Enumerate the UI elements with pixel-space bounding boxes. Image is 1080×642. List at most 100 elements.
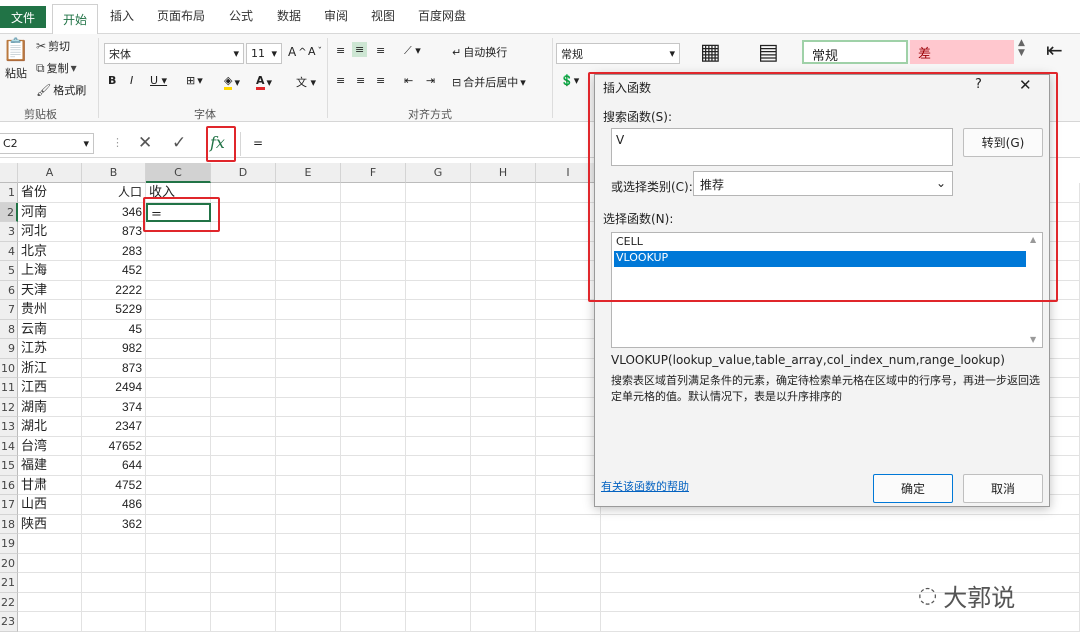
tab-home[interactable]: 开始 <box>52 4 98 34</box>
fill-color-button[interactable]: ◈ ▾ <box>224 74 240 90</box>
cell[interactable]: 5229 <box>82 300 146 320</box>
style-bad[interactable]: 差 <box>910 40 1014 64</box>
cell[interactable] <box>471 202 536 222</box>
paste-button[interactable]: 📋 粘贴 <box>2 38 30 81</box>
tab-data[interactable]: 数据 <box>277 7 301 24</box>
cell[interactable] <box>406 417 471 437</box>
phonetic-button[interactable]: 文 ▾ <box>296 74 316 90</box>
row-header[interactable]: 3 <box>0 222 18 242</box>
cell[interactable] <box>536 514 601 534</box>
cell[interactable] <box>211 514 276 534</box>
cell[interactable] <box>406 456 471 476</box>
cell[interactable] <box>276 397 341 417</box>
cell[interactable]: 362 <box>82 514 146 534</box>
cell[interactable] <box>276 475 341 495</box>
cell[interactable] <box>146 534 211 554</box>
cell[interactable] <box>341 222 406 242</box>
cell[interactable] <box>211 436 276 456</box>
cell[interactable] <box>536 300 601 320</box>
cell[interactable] <box>146 475 211 495</box>
cell[interactable] <box>146 319 211 339</box>
cell[interactable] <box>341 592 406 612</box>
row-header[interactable]: 12 <box>0 397 18 417</box>
cell[interactable] <box>211 183 276 203</box>
ok-button[interactable]: 确定 <box>873 474 953 503</box>
cell[interactable] <box>471 495 536 515</box>
cell[interactable] <box>18 612 82 632</box>
cell[interactable]: 47652 <box>82 436 146 456</box>
cell[interactable] <box>82 553 146 573</box>
column-header-h[interactable]: H <box>471 163 536 183</box>
cell[interactable]: 天津 <box>18 280 82 300</box>
cell[interactable] <box>471 378 536 398</box>
cell[interactable] <box>406 436 471 456</box>
cell[interactable] <box>406 475 471 495</box>
row-header[interactable]: 13 <box>0 417 18 437</box>
column-header-d[interactable]: D <box>211 163 276 183</box>
cell[interactable]: 4752 <box>82 475 146 495</box>
format-as-table-button[interactable]: ▤ <box>758 40 779 65</box>
cell[interactable] <box>341 436 406 456</box>
tab-review[interactable]: 审阅 <box>324 7 348 24</box>
cell[interactable] <box>471 417 536 437</box>
row-header[interactable]: 5 <box>0 261 18 281</box>
cell[interactable] <box>341 378 406 398</box>
row-header[interactable]: 15 <box>0 456 18 476</box>
function-help-link[interactable]: 有关该函数的帮助 <box>601 478 689 494</box>
bold-button[interactable]: B <box>108 74 116 87</box>
cell[interactable] <box>18 592 82 612</box>
cell[interactable] <box>276 222 341 242</box>
cell[interactable] <box>211 202 276 222</box>
cell[interactable] <box>146 280 211 300</box>
copy-button[interactable]: ⧉ 复制 ▾ <box>36 60 77 76</box>
cut-button[interactable]: ✂ 剪切 <box>36 38 70 54</box>
row-header[interactable]: 18 <box>0 514 18 534</box>
increase-indent-button[interactable]: ⇥ <box>426 74 435 87</box>
cell[interactable]: 江西 <box>18 378 82 398</box>
cell[interactable] <box>211 378 276 398</box>
tab-page-layout[interactable]: 页面布局 <box>157 7 205 24</box>
cell[interactable] <box>276 241 341 261</box>
cell[interactable] <box>471 397 536 417</box>
decrease-font-button[interactable]: Aˇ <box>308 45 322 58</box>
cell[interactable] <box>341 514 406 534</box>
border-button[interactable]: ⊞ ▾ <box>186 74 203 87</box>
confirm-entry-button[interactable]: ✓ <box>172 133 186 153</box>
conditional-format-button[interactable]: ▦ <box>700 40 721 65</box>
row-header[interactable]: 16 <box>0 475 18 495</box>
cell[interactable] <box>341 612 406 632</box>
cell[interactable] <box>471 456 536 476</box>
row-header[interactable]: 14 <box>0 436 18 456</box>
cell[interactable] <box>211 612 276 632</box>
cell[interactable] <box>276 612 341 632</box>
cell[interactable] <box>341 553 406 573</box>
cell[interactable] <box>82 612 146 632</box>
cell[interactable] <box>211 280 276 300</box>
style-normal[interactable]: 常规 <box>802 40 908 64</box>
cell[interactable] <box>146 553 211 573</box>
cell[interactable]: 河北 <box>18 222 82 242</box>
cell[interactable]: 江苏 <box>18 339 82 359</box>
cell[interactable] <box>146 592 211 612</box>
cell[interactable] <box>471 300 536 320</box>
cell[interactable] <box>276 592 341 612</box>
cell[interactable] <box>82 534 146 554</box>
cell[interactable] <box>276 183 341 203</box>
cell[interactable] <box>211 222 276 242</box>
cell[interactable] <box>276 495 341 515</box>
orientation-button[interactable]: ⟋ ▾ <box>404 44 421 58</box>
cell[interactable] <box>276 553 341 573</box>
cell[interactable]: 644 <box>82 456 146 476</box>
font-name-select[interactable]: 宋体 ▾ <box>104 43 244 64</box>
cell[interactable] <box>211 339 276 359</box>
scroll-down-icon[interactable]: ▼ <box>1030 335 1036 344</box>
cell[interactable] <box>276 456 341 476</box>
cell[interactable]: 湖南 <box>18 397 82 417</box>
cell[interactable] <box>211 261 276 281</box>
align-center-button[interactable]: ≡ <box>356 74 365 87</box>
cell[interactable]: 陕西 <box>18 514 82 534</box>
column-header-a[interactable]: A <box>18 163 82 183</box>
row-header[interactable]: 1 <box>0 183 18 203</box>
cell[interactable] <box>471 261 536 281</box>
cell[interactable] <box>276 436 341 456</box>
